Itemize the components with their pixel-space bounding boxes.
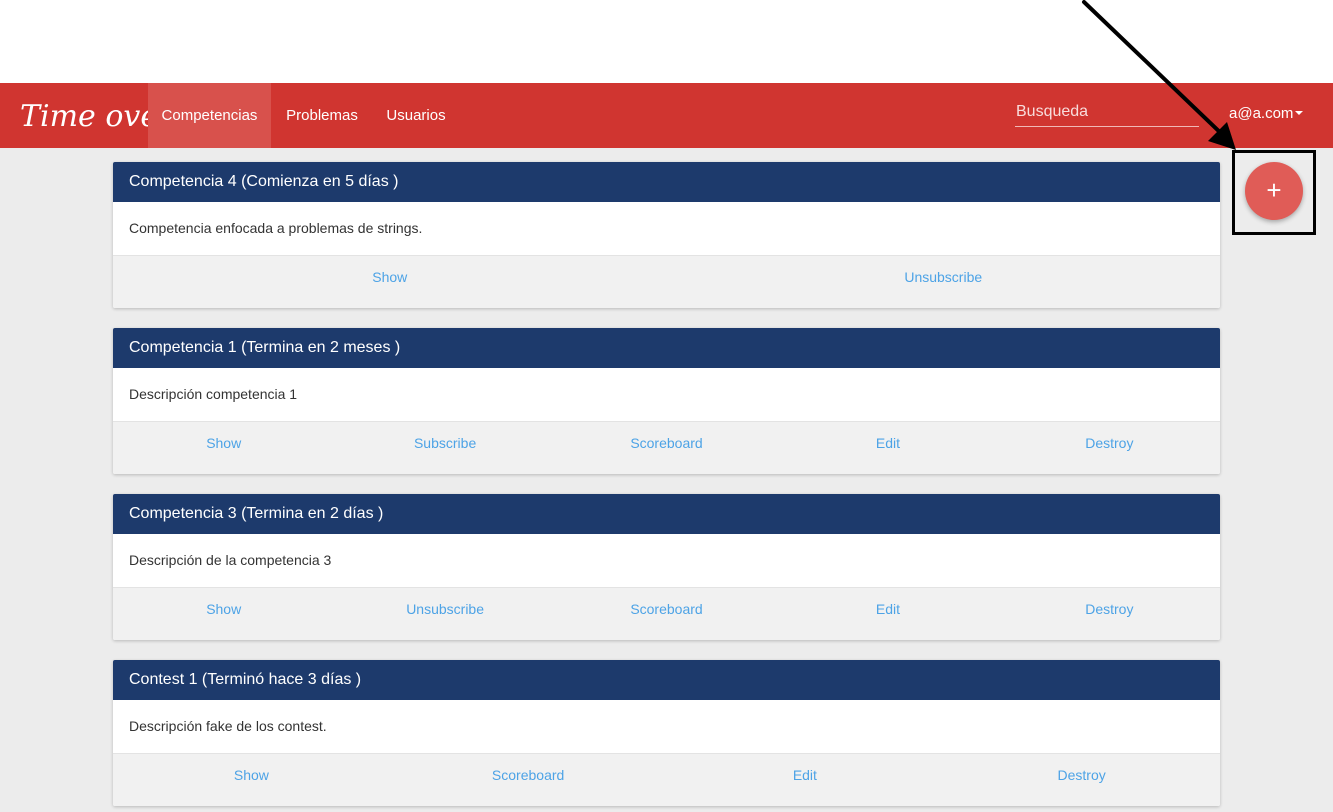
card-description: Competencia enfocada a problemas de stri…: [113, 202, 1220, 256]
show-link[interactable]: Show: [113, 588, 334, 640]
show-link[interactable]: Show: [113, 754, 390, 806]
card-description: Descripción de la competencia 3: [113, 534, 1220, 588]
destroy-link[interactable]: Destroy: [999, 422, 1220, 474]
annotation-arrow: [1082, 0, 1236, 150]
card-title: Competencia 3 (Termina en 2 días ): [113, 494, 1220, 534]
card-actions: Show Unsubscribe Scoreboard Edit Destroy: [113, 588, 1220, 640]
destroy-link[interactable]: Destroy: [943, 754, 1220, 806]
unsubscribe-link[interactable]: Unsubscribe: [334, 588, 555, 640]
card-description: Descripción competencia 1: [113, 368, 1220, 422]
card-actions: Show Unsubscribe: [113, 256, 1220, 308]
scoreboard-link[interactable]: Scoreboard: [556, 422, 777, 474]
highlight-box: [1232, 150, 1316, 235]
competition-card: Competencia 4 (Comienza en 5 días ) Comp…: [113, 162, 1220, 308]
edit-link[interactable]: Edit: [667, 754, 944, 806]
edit-link[interactable]: Edit: [777, 588, 998, 640]
nav-competencias[interactable]: Competencias: [148, 83, 271, 148]
brand-logo[interactable]: Time over: [18, 84, 148, 146]
competition-card: Competencia 3 (Termina en 2 días ) Descr…: [113, 494, 1220, 640]
edit-link[interactable]: Edit: [777, 422, 998, 474]
subscribe-link[interactable]: Subscribe: [334, 422, 555, 474]
show-link[interactable]: Show: [113, 422, 334, 474]
card-actions: Show Scoreboard Edit Destroy: [113, 754, 1220, 806]
competition-card: Contest 1 (Terminó hace 3 días ) Descrip…: [113, 660, 1220, 806]
competition-card: Competencia 1 (Termina en 2 meses ) Desc…: [113, 328, 1220, 474]
card-actions: Show Subscribe Scoreboard Edit Destroy: [113, 422, 1220, 474]
destroy-link[interactable]: Destroy: [999, 588, 1220, 640]
nav-problemas[interactable]: Problemas: [272, 83, 372, 148]
chevron-down-icon: [1295, 111, 1304, 116]
card-title: Competencia 4 (Comienza en 5 días ): [113, 162, 1220, 202]
show-link[interactable]: Show: [113, 256, 667, 308]
card-title: Contest 1 (Terminó hace 3 días ): [113, 660, 1220, 700]
nav-usuarios[interactable]: Usuarios: [373, 83, 459, 148]
scoreboard-link[interactable]: Scoreboard: [556, 588, 777, 640]
card-title: Competencia 1 (Termina en 2 meses ): [113, 328, 1220, 368]
card-description: Descripción fake de los contest.: [113, 700, 1220, 754]
scoreboard-link[interactable]: Scoreboard: [390, 754, 667, 806]
brand-logo-text: Time over: [20, 99, 148, 134]
unsubscribe-link[interactable]: Unsubscribe: [667, 256, 1221, 308]
